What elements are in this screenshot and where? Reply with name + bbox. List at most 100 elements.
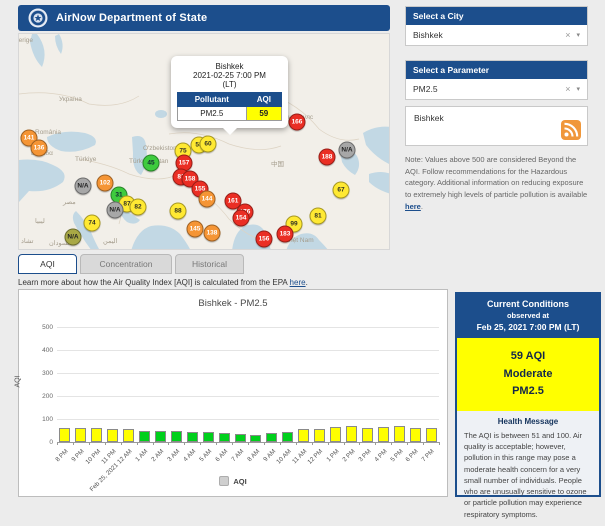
aqi-bar bbox=[377, 427, 389, 442]
aqi-map-marker[interactable]: 145 bbox=[186, 220, 204, 238]
gridline bbox=[57, 327, 439, 328]
x-axis-tick bbox=[327, 442, 329, 445]
aqi-map-marker[interactable]: 82 bbox=[129, 198, 147, 216]
y-axis-tick-label: 300 bbox=[42, 370, 53, 377]
x-axis-tick bbox=[311, 442, 313, 445]
x-axis-tick bbox=[407, 442, 409, 445]
city-select[interactable]: Bishkek × ▾ bbox=[406, 25, 587, 45]
aqi-map-marker[interactable]: 154 bbox=[232, 209, 250, 227]
x-axis-tick bbox=[232, 442, 234, 445]
tab-concentration[interactable]: Concentration bbox=[80, 254, 172, 274]
aqi-map-marker[interactable]: 67 bbox=[332, 181, 350, 199]
y-axis-tick-label: 400 bbox=[42, 347, 53, 354]
aqi-map-marker[interactable]: 166 bbox=[288, 113, 306, 131]
aqi-map-marker[interactable]: 45 bbox=[142, 154, 160, 172]
aqi-chart: Bishkek - PM2.5 AQI 0 100 200 300 400 500 8 PM… bbox=[15, 289, 448, 497]
x-axis-tick bbox=[439, 442, 440, 445]
tooltip-timezone: (LT) bbox=[222, 80, 237, 89]
aqi-map-marker[interactable]: N/A bbox=[74, 177, 92, 195]
x-axis-tick bbox=[72, 442, 74, 445]
aqi-summary-block: 59 AQI Moderate PM2.5 bbox=[457, 338, 599, 411]
select-parameter-panel: Select a Parameter PM2.5 × ▾ bbox=[405, 60, 588, 100]
map-place-label: تشاد bbox=[21, 238, 34, 245]
x-axis-tick-label: 5 AM bbox=[198, 448, 214, 464]
map-place-label: Türkiye bbox=[75, 156, 97, 163]
current-conditions-title: Current Conditions bbox=[487, 299, 569, 309]
rss-city-label: Bishkek bbox=[414, 113, 444, 123]
x-axis-tick bbox=[391, 442, 393, 445]
tab-historical[interactable]: Historical bbox=[175, 254, 244, 274]
aqi-map-marker[interactable]: 156 bbox=[255, 230, 273, 248]
x-axis-tick bbox=[136, 442, 138, 445]
x-axis-tick-label: 3 PM bbox=[356, 448, 373, 464]
aqi-bar bbox=[409, 427, 421, 442]
x-axis-tick bbox=[295, 442, 297, 445]
aqi-map-marker[interactable]: 136 bbox=[30, 139, 48, 157]
chart-legend[interactable]: AQI bbox=[19, 476, 447, 486]
legend-label: AQI bbox=[233, 476, 247, 486]
x-axis-tick-label: 6 PM bbox=[404, 448, 421, 464]
map-place-label: 中国 bbox=[271, 161, 284, 168]
tooltip-col-pollutant: Pollutant bbox=[177, 92, 247, 107]
aqi-map-marker[interactable]: N/A bbox=[64, 228, 82, 246]
parameter-select-value: PM2.5 bbox=[413, 84, 438, 94]
aqi-bar bbox=[107, 428, 119, 442]
y-axis-tick-label: 500 bbox=[42, 324, 53, 331]
aqi-map-marker[interactable]: 60 bbox=[199, 135, 217, 153]
chart-title: Bishkek - PM2.5 bbox=[198, 298, 268, 309]
learn-more-text: Learn more about how the Air Quality Ind… bbox=[18, 278, 308, 287]
aqi-map-marker[interactable]: 138 bbox=[203, 224, 221, 242]
map-place-label: O'zbekiston bbox=[143, 145, 177, 152]
x-axis-tick bbox=[263, 442, 265, 445]
legend-swatch bbox=[219, 476, 230, 486]
x-axis-tick bbox=[279, 442, 281, 445]
aqi-map-marker[interactable]: 188 bbox=[318, 148, 336, 166]
aqi-map-marker[interactable]: 183 bbox=[276, 225, 294, 243]
x-axis-tick-label: 1 PM bbox=[325, 448, 341, 464]
map-place-label: اليمن bbox=[103, 238, 118, 245]
aqi-map[interactable]: SverigeУкраїнаRomâniaΕλλάδαTürkiyeO'zbek… bbox=[18, 33, 390, 250]
learn-more-here-link[interactable]: here bbox=[290, 278, 306, 287]
aqi-map-marker[interactable]: 81 bbox=[309, 207, 327, 225]
x-axis-tick-label: 5 PM bbox=[388, 448, 405, 464]
parameter-caret-icon[interactable]: ▾ bbox=[576, 85, 580, 93]
x-axis-tick-label: 10 PM bbox=[83, 448, 102, 466]
tab-aqi[interactable]: AQI bbox=[18, 254, 77, 274]
x-axis-tick bbox=[359, 442, 361, 445]
learn-more-prefix: Learn more about how the Air Quality Ind… bbox=[18, 278, 290, 287]
city-clear-icon[interactable]: × bbox=[559, 30, 576, 40]
x-axis-tick-label: 7 PM bbox=[420, 448, 436, 464]
note-text: Note: Values above 500 are considered Be… bbox=[405, 155, 588, 199]
note-here-link[interactable]: here bbox=[405, 202, 421, 211]
rss-panel: Bishkek bbox=[405, 106, 588, 146]
current-conditions-header: Current Conditions observed at Feb 25, 2… bbox=[457, 294, 599, 338]
x-axis-tick bbox=[104, 442, 106, 445]
select-city-title: Select a City bbox=[406, 7, 587, 25]
aqi-bar bbox=[330, 427, 342, 442]
health-message-text: The AQI is between 51 and 100. Air quali… bbox=[464, 430, 587, 519]
x-axis-tick-label: 2 AM bbox=[150, 448, 166, 464]
tooltip-city: Bishkek bbox=[215, 62, 244, 71]
map-place-label: مصر bbox=[63, 199, 76, 206]
aqi-map-marker[interactable]: 144 bbox=[198, 190, 216, 208]
map-place-label: Україна bbox=[59, 96, 82, 103]
aqi-map-marker[interactable]: N/A bbox=[106, 201, 124, 219]
y-axis-tick-label: 0 bbox=[49, 439, 53, 446]
x-axis-tick bbox=[343, 442, 345, 445]
aqi-map-marker[interactable]: 102 bbox=[96, 174, 114, 192]
aqi-bar bbox=[282, 431, 294, 442]
x-axis-tick bbox=[200, 442, 202, 445]
city-caret-icon[interactable]: ▾ bbox=[576, 31, 580, 39]
parameter-select[interactable]: PM2.5 × ▾ bbox=[406, 79, 587, 99]
aqi-map-marker[interactable]: 74 bbox=[83, 214, 101, 232]
aqi-map-marker[interactable]: N/A bbox=[338, 141, 356, 159]
rss-icon[interactable] bbox=[561, 120, 581, 140]
x-axis-tick bbox=[152, 442, 154, 445]
x-axis-tick-label: 2 PM bbox=[341, 448, 357, 464]
parameter-clear-icon[interactable]: × bbox=[559, 84, 576, 94]
map-place-label: România bbox=[35, 129, 62, 136]
current-conditions-panel: Current Conditions observed at Feb 25, 2… bbox=[455, 292, 601, 519]
aqi-map-marker[interactable]: 88 bbox=[169, 202, 187, 220]
gridline bbox=[57, 373, 439, 374]
tooltip-aqi-value: 59 bbox=[245, 106, 283, 121]
